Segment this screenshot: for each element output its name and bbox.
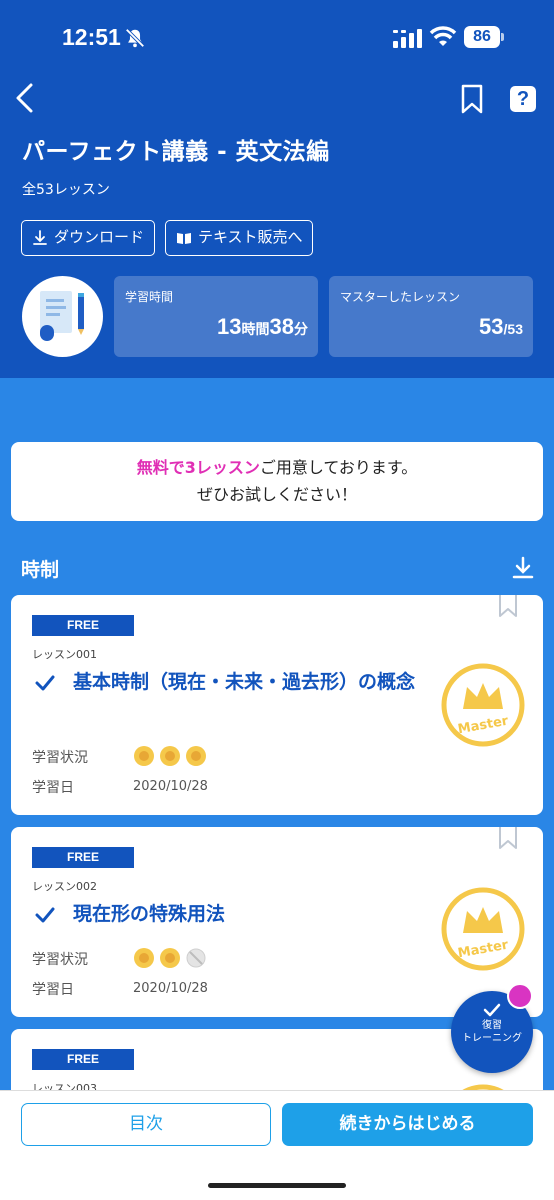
- lesson-number: レッスン001: [32, 648, 97, 661]
- status-stars: [134, 746, 206, 766]
- free-badge: FREE: [32, 1049, 134, 1070]
- lesson-number: レッスン002: [32, 880, 97, 893]
- notice-line2: ぜひお試しください！: [196, 485, 357, 504]
- bell-muted-icon: [125, 28, 145, 48]
- course-header: 12:51 86 ? パーフェクト講義 - 英文法編 全53レッスン ダウンロー…: [0, 0, 554, 378]
- master-badge-icon: Master: [441, 663, 525, 747]
- lesson-title: 現在形の特殊用法: [73, 903, 226, 925]
- signal-icon: [393, 29, 422, 48]
- study-time-card: 学習時間 13時間38分: [114, 276, 318, 357]
- mastered-label: マスターしたレッスン: [340, 290, 461, 304]
- mastered-lessons-card: マスターしたレッスン 53/53: [329, 276, 533, 357]
- text-sale-button[interactable]: テキスト販売へ: [165, 220, 313, 256]
- section-title: 時制: [21, 559, 60, 581]
- lesson-count: 全53レッスン: [22, 182, 110, 198]
- free-badge: FREE: [32, 847, 134, 868]
- help-button[interactable]: ?: [510, 86, 536, 112]
- study-date-label: 学習日: [32, 982, 74, 998]
- notification-dot: [507, 983, 533, 1009]
- document-illustration-icon: [40, 291, 84, 341]
- download-icon: [33, 230, 47, 245]
- study-date: 2020/10/28: [133, 981, 208, 996]
- download-label: ダウンロード: [54, 228, 145, 246]
- bookmark-icon[interactable]: [460, 84, 484, 114]
- bookmark-icon[interactable]: [498, 827, 518, 851]
- study-time-label: 学習時間: [125, 290, 174, 304]
- fab-label-line1: 復習: [482, 1020, 502, 1031]
- battery-icon: 86: [464, 26, 504, 48]
- lesson-card[interactable]: FREE レッスン002 現在形の特殊用法 学習状況 学習日 2020/10/2…: [11, 827, 543, 1017]
- free-lessons-notice: 無料で3レッスンご用意しております。 ぜひお試しください！: [11, 442, 543, 521]
- study-status-label: 学習状況: [32, 750, 88, 766]
- status-stars: [134, 948, 206, 968]
- status-bar: 12:51 86: [0, 0, 554, 70]
- download-button[interactable]: ダウンロード: [21, 220, 155, 256]
- lesson-title: 基本時制（現在・未来・過去形）の概念: [73, 671, 416, 693]
- course-thumbnail: [22, 276, 103, 357]
- master-badge-icon: Master: [441, 887, 525, 971]
- continue-button[interactable]: 続きからはじめる: [282, 1103, 533, 1146]
- text-sale-label: テキスト販売へ: [198, 228, 303, 246]
- home-indicator: [208, 1183, 346, 1188]
- check-icon: [35, 907, 55, 923]
- lesson-card[interactable]: FREE レッスン001 基本時制（現在・未来・過去形）の概念 学習状況 学習日…: [11, 595, 543, 815]
- notice-highlight: 無料で3レッスン: [136, 458, 260, 477]
- mastered-value: 53/53: [479, 314, 523, 339]
- battery-level: 86: [464, 26, 500, 48]
- free-badge: FREE: [32, 615, 134, 636]
- toc-button[interactable]: 目次: [21, 1103, 271, 1146]
- status-time: 12:51: [62, 24, 121, 50]
- wifi-icon: [429, 26, 457, 46]
- study-date-label: 学習日: [32, 780, 74, 796]
- bookmark-icon[interactable]: [498, 595, 518, 619]
- section-download-icon[interactable]: [512, 556, 534, 580]
- book-icon: [177, 233, 191, 244]
- back-icon[interactable]: [14, 82, 36, 114]
- notice-line1: ご用意しております。: [259, 458, 418, 477]
- study-date: 2020/10/28: [133, 779, 208, 794]
- check-icon: [35, 675, 55, 691]
- bottom-action-bar: 目次 続きからはじめる: [0, 1090, 554, 1200]
- study-time-value: 13時間38分: [217, 314, 308, 339]
- check-icon: [483, 1003, 501, 1017]
- fab-label-line2: トレーニング: [462, 1033, 522, 1044]
- study-status-label: 学習状況: [32, 952, 88, 968]
- course-title: パーフェクト講義 - 英文法編: [22, 139, 330, 165]
